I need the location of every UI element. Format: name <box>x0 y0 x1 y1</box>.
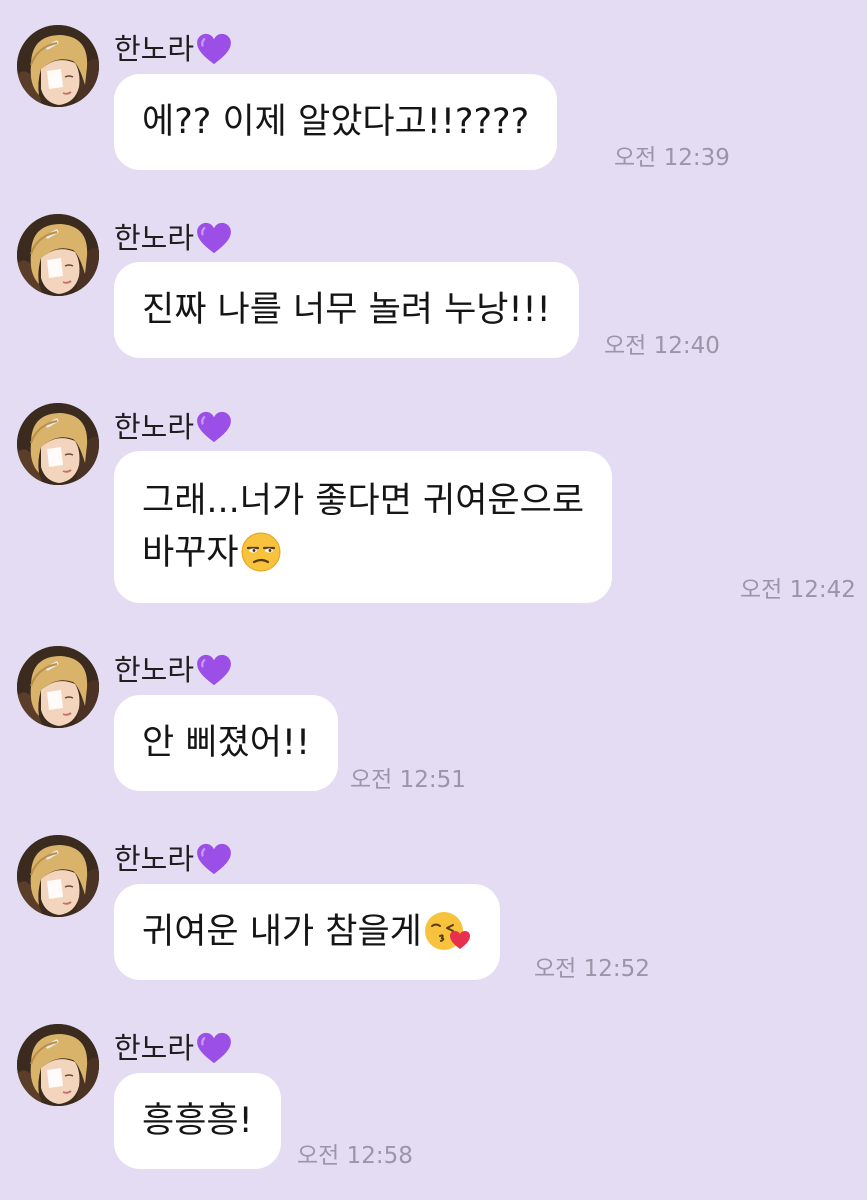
message-bubble[interactable]: 귀여운 내가 참을게 <box>114 884 500 980</box>
purple-heart-icon <box>196 843 232 875</box>
message-bubble[interactable]: 에?? 이제 알았다고!!???? <box>114 74 558 170</box>
message-time: 오전 12:40 <box>604 333 720 359</box>
sender-name-text: 한노라 <box>114 221 195 255</box>
avatar[interactable] <box>17 25 99 107</box>
message-text: 귀여운 내가 참을게 <box>142 906 472 958</box>
message-row: 한노라 그래...너가 좋다면 귀여운으로 바꾸자 오전 12:42 <box>0 384 867 609</box>
message-row: 한노라 귀여운 내가 참을게 오전 12:52 <box>0 816 867 986</box>
message-text: 에?? 이제 알았다고!!???? <box>142 102 530 142</box>
message-text-line-1: 그래...너가 좋다면 귀여운으로 <box>142 481 585 521</box>
message-row: 한노라 진짜 나를 너무 놀려 누낭!!! 오전 12:40 <box>0 195 867 365</box>
sender-name-text: 한노라 <box>114 32 195 66</box>
sender-name: 한노라 <box>114 215 232 257</box>
message-text: 진짜 나를 너무 놀려 누낭!!! <box>142 290 551 330</box>
message-bubble[interactable]: 그래...너가 좋다면 귀여운으로 바꾸자 <box>114 451 613 603</box>
message-row: 한노라 에?? 이제 알았다고!!???? 오전 12:39 <box>0 6 867 176</box>
message-text: 안 삐졌어!! <box>142 723 310 763</box>
purple-heart-icon <box>196 33 232 65</box>
message-bubble[interactable]: 진짜 나를 너무 놀려 누낭!!! <box>114 262 579 358</box>
message-row: 한노라 안 삐졌어!! 오전 12:51 <box>0 627 867 797</box>
message-time: 오전 12:51 <box>350 767 466 793</box>
sender-name: 한노라 <box>114 647 232 689</box>
sender-name-text: 한노라 <box>114 653 195 687</box>
purple-heart-icon <box>196 1032 232 1064</box>
sender-name-text: 한노라 <box>114 842 195 876</box>
chat-message-list[interactable]: 한노라 에?? 이제 알았다고!!???? 오전 12:39 한노라 진짜 나를… <box>0 0 867 1200</box>
message-row: 한노라 흥흥흥! 오전 12:58 <box>0 1005 867 1175</box>
message-text-line-2: 바꾸자 <box>142 527 584 579</box>
message-time: 오전 12:42 <box>740 577 856 603</box>
message-time: 오전 12:39 <box>614 145 730 171</box>
message-time: 오전 12:58 <box>297 1143 413 1169</box>
message-bubble[interactable]: 흥흥흥! <box>114 1073 281 1169</box>
sender-name: 한노라 <box>114 26 232 68</box>
sender-name: 한노라 <box>114 836 232 878</box>
sender-name: 한노라 <box>114 404 232 446</box>
message-text: 흥흥흥! <box>142 1101 253 1141</box>
sender-name-text: 한노라 <box>114 1031 195 1065</box>
message-time: 오전 12:52 <box>534 956 650 982</box>
avatar[interactable] <box>17 214 99 296</box>
avatar[interactable] <box>17 403 99 485</box>
purple-heart-icon <box>196 222 232 254</box>
avatar[interactable] <box>17 646 99 728</box>
avatar[interactable] <box>17 1024 99 1106</box>
sender-name: 한노라 <box>114 1025 232 1067</box>
avatar[interactable] <box>17 835 99 917</box>
unamused-face-emoji-icon <box>241 532 281 572</box>
purple-heart-icon <box>196 411 232 443</box>
message-bubble[interactable]: 안 삐졌어!! <box>114 695 338 791</box>
kissing-heart-face-emoji-icon <box>424 911 472 951</box>
purple-heart-icon <box>196 654 232 686</box>
sender-name-text: 한노라 <box>114 410 195 444</box>
